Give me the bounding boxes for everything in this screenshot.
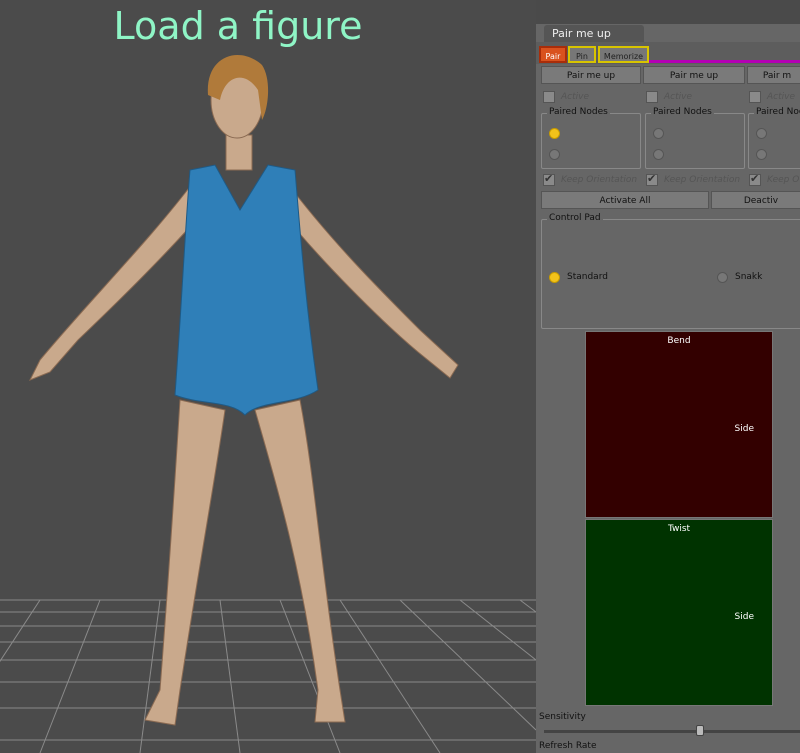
- scene-graphic: [0, 55, 536, 753]
- keep-orientation-label-3: Keep O: [767, 175, 800, 185]
- keep-orientation-label-2: Keep Orientation: [664, 175, 741, 185]
- keep-orientation-checkbox-1[interactable]: [543, 172, 555, 186]
- active-checkbox-3[interactable]: [749, 91, 761, 103]
- twist-side-label: Side: [734, 612, 754, 622]
- panel-title-tab[interactable]: Pair me up: [544, 25, 644, 42]
- pair-me-up-button-3[interactable]: Pair m: [747, 66, 800, 84]
- pair-me-up-panel: Pair me up Pair Pin Memorize Pair me up …: [536, 0, 800, 753]
- sensitivity-slider-thumb[interactable]: [696, 725, 705, 736]
- keep-orientation-checkbox-3[interactable]: [749, 172, 761, 186]
- active-label-3: Active: [767, 92, 795, 102]
- snakk-label: Snakk: [735, 272, 763, 282]
- paired-nodes-group-2: Paired Nodes: [645, 107, 745, 169]
- paired-nodes-title-2: Paired Nodes: [651, 107, 714, 117]
- keep-orientation-label-1: Keep Orientation: [561, 175, 638, 185]
- bend-side-label: Side: [734, 424, 754, 434]
- active-label-1: Active: [561, 92, 589, 102]
- paired-node-radio-3b[interactable]: [756, 149, 767, 160]
- pair-me-up-button-2[interactable]: Pair me up: [643, 66, 745, 84]
- sensitivity-slider[interactable]: [544, 725, 800, 736]
- paired-nodes-group-3: Paired Noc: [748, 107, 800, 169]
- twist-pad-label: Twist: [667, 524, 691, 534]
- refresh-rate-label: Refresh Rate: [539, 741, 597, 751]
- tab-accent-line: [649, 60, 800, 63]
- keep-orientation-checkbox-2[interactable]: [646, 172, 658, 186]
- 3d-viewport[interactable]: Load a figure: [0, 0, 536, 753]
- pair-me-up-button-1[interactable]: Pair me up: [541, 66, 641, 84]
- paired-nodes-title-3: Paired Noc: [754, 107, 800, 117]
- control-pad-title: Control Pad: [547, 213, 603, 223]
- tab-pair[interactable]: Pair: [539, 46, 567, 63]
- paired-nodes-title-1: Paired Nodes: [547, 107, 610, 117]
- bend-pad-label: Bend: [667, 336, 691, 346]
- viewport-caption: Load a figure: [113, 4, 363, 48]
- paired-node-radio-1a[interactable]: [549, 128, 560, 139]
- deactivate-button[interactable]: Deactiv: [711, 191, 800, 209]
- standard-radio[interactable]: [549, 272, 560, 283]
- paired-node-radio-2b[interactable]: [653, 149, 664, 160]
- standard-label: Standard: [567, 272, 608, 282]
- active-checkbox-1[interactable]: [543, 91, 555, 103]
- activate-all-button[interactable]: Activate All: [541, 191, 709, 209]
- paired-node-radio-3a[interactable]: [756, 128, 767, 139]
- bend-pad[interactable]: Bend Side: [585, 331, 773, 518]
- twist-pad[interactable]: Twist Side: [585, 519, 773, 706]
- control-pad-group: Control Pad Standard Snakk: [541, 213, 800, 329]
- panel-header-strip: [536, 0, 800, 24]
- active-label-2: Active: [664, 92, 692, 102]
- tab-pin[interactable]: Pin: [568, 46, 596, 63]
- tab-memorize[interactable]: Memorize: [598, 46, 649, 63]
- active-checkbox-2[interactable]: [646, 91, 658, 103]
- paired-node-radio-2a[interactable]: [653, 128, 664, 139]
- snakk-radio[interactable]: [717, 272, 728, 283]
- paired-node-radio-1b[interactable]: [549, 149, 560, 160]
- paired-nodes-group-1: Paired Nodes: [541, 107, 641, 169]
- sensitivity-label: Sensitivity: [539, 712, 586, 722]
